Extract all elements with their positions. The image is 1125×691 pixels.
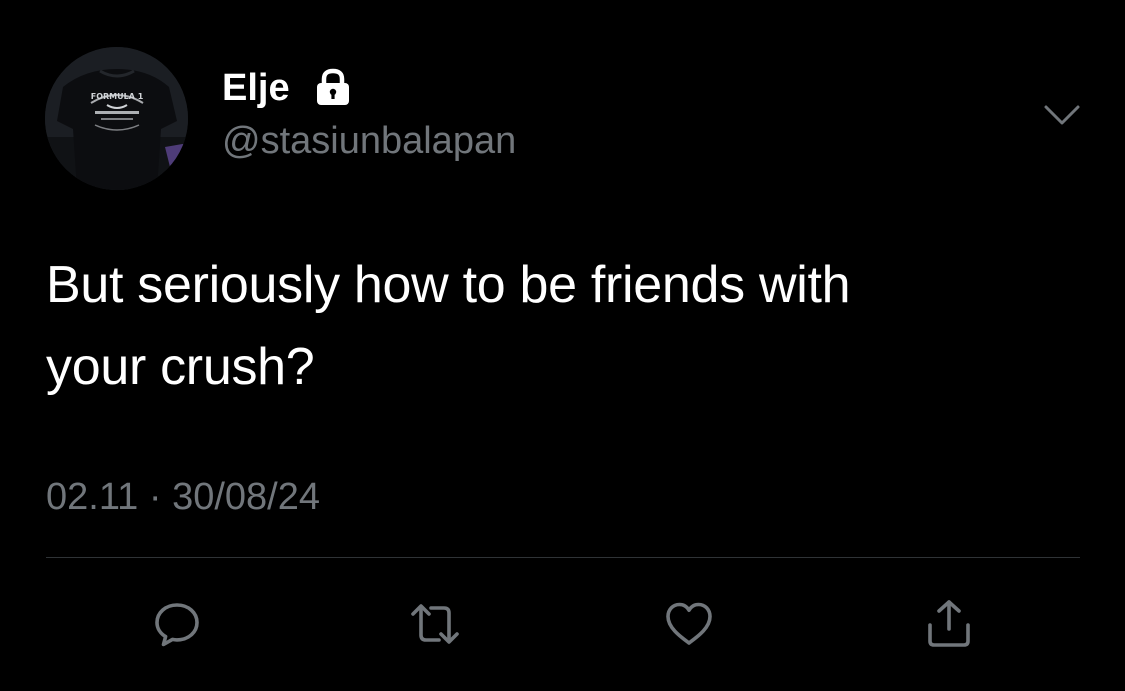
timestamp-separator: · (148, 476, 162, 518)
retweet-icon (411, 604, 459, 644)
tweet-text-line: But seriously how to be friends with (46, 256, 851, 314)
reply-button[interactable] (150, 597, 204, 651)
tweet-timestamp[interactable]: 02.11 · 30/08/24 (46, 474, 320, 520)
tweet-time: 02.11 (46, 476, 139, 518)
chevron-down-icon[interactable] (1042, 100, 1082, 130)
avatar-shirt-text: FORMULA 1 (91, 92, 144, 101)
tweet-card: FORMULA 1 Elje @stasiunbalapan But serio… (0, 0, 1125, 691)
share-button[interactable] (922, 597, 976, 651)
lock-icon (312, 67, 354, 107)
avatar-image: FORMULA 1 (45, 47, 188, 190)
retweet-button[interactable] (408, 597, 462, 651)
like-button[interactable] (662, 597, 716, 651)
tweet-text-line: your crush? (46, 338, 315, 396)
heart-icon (666, 602, 712, 645)
username-handle[interactable]: @stasiunbalapan (222, 118, 516, 164)
tweet-text: But seriously how to be friends with you… (46, 244, 1076, 408)
avatar[interactable]: FORMULA 1 (45, 47, 188, 190)
tweet-date: 30/08/24 (172, 476, 320, 518)
reply-icon (155, 603, 199, 647)
divider (46, 557, 1080, 558)
share-icon (928, 600, 970, 647)
display-name[interactable]: Elje (222, 66, 290, 110)
